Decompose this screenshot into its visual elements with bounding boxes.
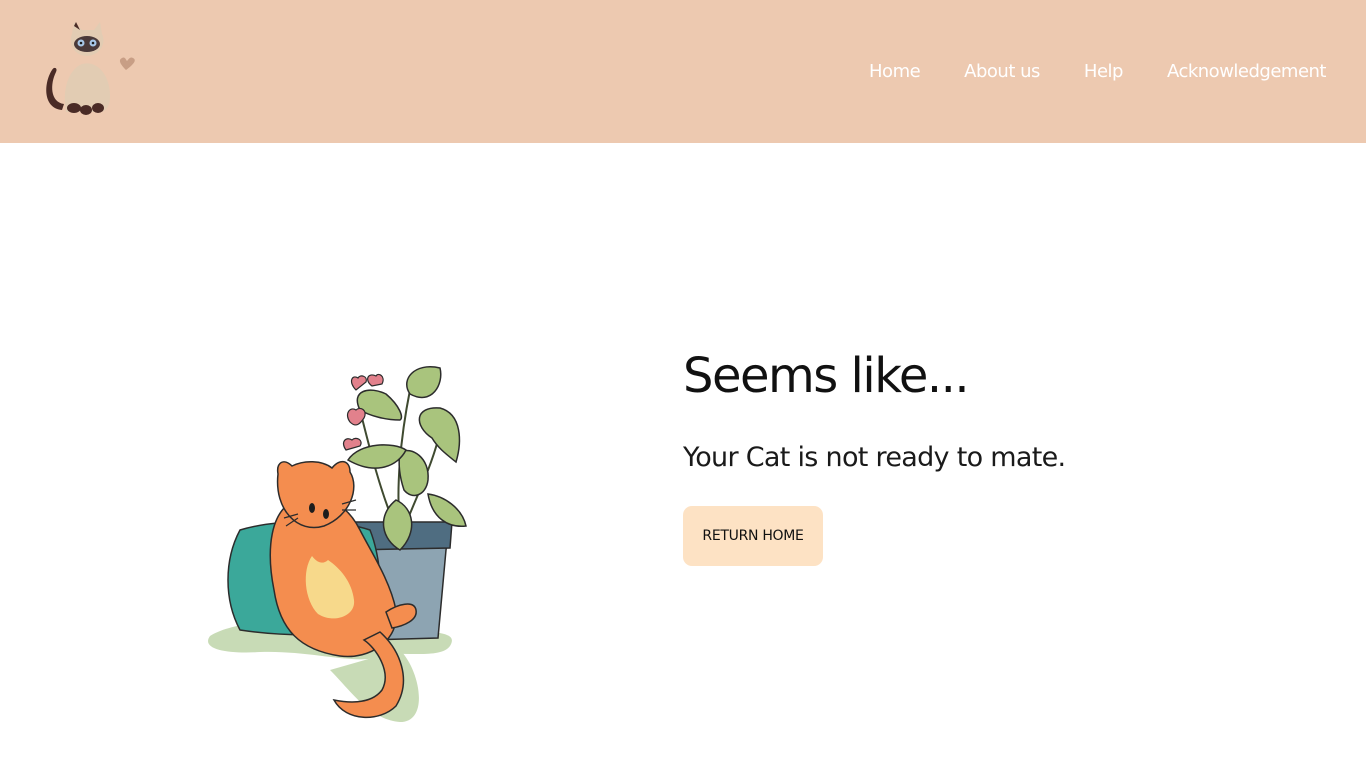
return-home-button[interactable]: RETURN HOME <box>683 506 823 566</box>
error-content: Seems like... Your Cat is not ready to m… <box>683 348 1066 566</box>
status-message: Your Cat is not ready to mate. <box>683 442 1066 473</box>
nav-home-link[interactable]: Home <box>869 61 921 82</box>
nav-about-us-link[interactable]: About us <box>964 61 1040 82</box>
nav-help-link[interactable]: Help <box>1084 61 1124 82</box>
cat-with-plant-illustration <box>208 366 467 722</box>
cat-logo-icon[interactable] <box>40 20 144 116</box>
main-nav: Home About us Help Acknowledgement <box>825 0 1326 143</box>
nav-acknowledgement-link[interactable]: Acknowledgement <box>1167 61 1327 82</box>
site-header: Home About us Help Acknowledgement <box>0 0 1366 143</box>
page-title: Seems like... <box>683 348 970 404</box>
